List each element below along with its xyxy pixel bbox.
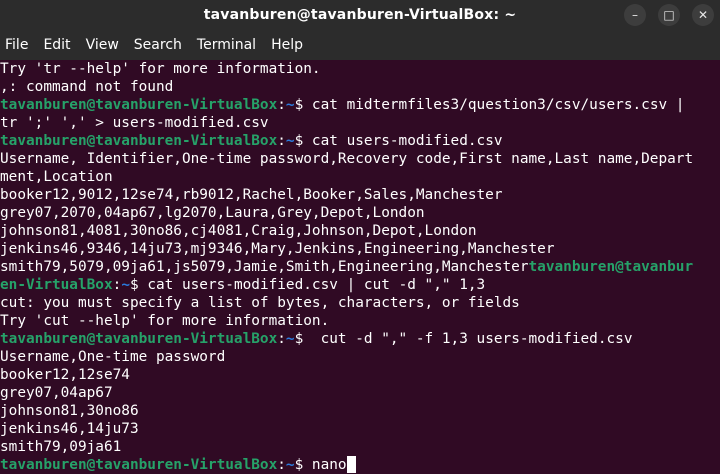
- prompt-path: ~: [285, 331, 295, 347]
- output-text: tr ';' ',' > users-modified.csv: [0, 115, 269, 131]
- output-line: Username,One-time password: [0, 348, 720, 366]
- output-line: cut: you must specify a list of bytes, c…: [0, 294, 720, 312]
- command-text: cut -d "," -f 1,3 users-modified.csv: [311, 331, 633, 347]
- prompt-path: ~: [285, 457, 295, 473]
- prompt-user-host: tavanburen@tavanburen-VirtualBox: [0, 133, 278, 149]
- prompt-dollar: $: [294, 457, 312, 473]
- prompt-dollar: $: [294, 331, 312, 347]
- output-line: ,: command not found: [0, 78, 720, 96]
- command-text: cat midtermfiles3/question3/csv/users.cs…: [311, 97, 685, 113]
- prompt-colon: :: [112, 277, 122, 293]
- command-line: en-VirtualBox:~$ cat users-modified.csv …: [0, 276, 720, 294]
- minimize-icon[interactable]: –: [624, 4, 646, 26]
- output-text: Try 'tr --help' for more information.: [0, 61, 321, 77]
- terminal-output[interactable]: Try 'tr --help' for more information. ,: …: [0, 60, 720, 474]
- output-text: Username,One-time password: [0, 349, 226, 365]
- output-text: jenkins46,14ju73: [0, 421, 139, 437]
- output-text: grey07,2070,04ap67,lg2070,Laura,Grey,Dep…: [0, 205, 425, 221]
- command-line: tavanburen@tavanburen-VirtualBox:~$ cat …: [0, 96, 720, 114]
- command-line: tavanburen@tavanburen-VirtualBox:~$ cat …: [0, 132, 720, 150]
- menu-edit[interactable]: Edit: [38, 37, 76, 53]
- text-cursor: [346, 456, 356, 473]
- command-text: nano: [311, 457, 347, 473]
- output-line: booker12,9012,12se74,rb9012,Rachel,Booke…: [0, 186, 720, 204]
- prompt-path: ~: [285, 97, 295, 113]
- output-line: booker12,12se74: [0, 366, 720, 384]
- output-line: johnson81,4081,30no86,cj4081,Craig,Johns…: [0, 222, 720, 240]
- prompt-user-host-wrapped: tavanburen@tavanbur: [528, 259, 694, 275]
- title-bar[interactable]: tavanburen@tavanburen-VirtualBox: ~ – □ …: [0, 0, 720, 30]
- menu-bar: File Edit View Search Terminal Help: [0, 30, 720, 60]
- prompt-path: ~: [285, 133, 295, 149]
- output-text: Try 'cut --help' for more information.: [0, 313, 330, 329]
- prompt-path: ~: [121, 277, 130, 293]
- output-line: smith79,09ja61: [0, 438, 720, 456]
- prompt-user-host: tavanburen@tavanburen-VirtualBox: [0, 97, 278, 113]
- menu-file[interactable]: File: [0, 37, 34, 53]
- command-line: tavanburen@tavanburen-VirtualBox:~$ nano: [0, 456, 720, 474]
- window-title: tavanburen@tavanburen-VirtualBox: ~: [203, 7, 517, 23]
- command-text: cat users-modified.csv: [311, 133, 503, 149]
- output-line: Try 'tr --help' for more information.: [0, 60, 720, 78]
- output-text: ment,Location: [0, 169, 113, 185]
- close-icon[interactable]: ✕: [692, 4, 714, 26]
- prompt-user-host: tavanburen@tavanburen-VirtualBox: [0, 331, 278, 347]
- menu-search[interactable]: Search: [129, 37, 188, 53]
- window-controls: – □ ✕: [624, 4, 714, 26]
- command-line: tavanburen@tavanburen-VirtualBox:~$ cut …: [0, 330, 720, 348]
- prompt-colon: :: [277, 97, 286, 113]
- output-line: grey07,04ap67: [0, 384, 720, 402]
- prompt-dollar: $: [129, 277, 148, 293]
- output-text: Username, Identifier,One-time password,R…: [0, 151, 694, 167]
- output-text: booker12,9012,12se74,rb9012,Rachel,Booke…: [0, 187, 503, 203]
- output-text: johnson81,30no86: [0, 403, 139, 419]
- output-text: johnson81,4081,30no86,cj4081,Craig,Johns…: [0, 223, 477, 239]
- prompt-colon: :: [277, 133, 286, 149]
- output-line: ment,Location: [0, 168, 720, 186]
- prompt-dollar: $: [294, 133, 312, 149]
- prompt-colon: :: [277, 457, 286, 473]
- prompt-user-host: tavanburen@tavanburen-VirtualBox: [0, 457, 278, 473]
- output-text: ,: command not found: [0, 79, 174, 95]
- output-line: johnson81,30no86: [0, 402, 720, 420]
- output-line: tr ';' ',' > users-modified.csv: [0, 114, 720, 132]
- prompt-colon: :: [277, 331, 286, 347]
- prompt-user-host-continued: en-VirtualBox: [0, 277, 113, 293]
- output-text: smith79,5079,09ja61,js5079,Jamie,Smith,E…: [0, 259, 529, 275]
- output-text: grey07,04ap67: [0, 385, 113, 401]
- output-line: grey07,2070,04ap67,lg2070,Laura,Grey,Dep…: [0, 204, 720, 222]
- command-text: cat users-modified.csv | cut -d "," 1,3: [147, 277, 486, 293]
- output-line: Try 'cut --help' for more information.: [0, 312, 720, 330]
- output-text: jenkins46,9346,14ju73,mj9346,Mary,Jenkin…: [0, 241, 555, 257]
- menu-terminal[interactable]: Terminal: [192, 37, 262, 53]
- output-line: jenkins46,9346,14ju73,mj9346,Mary,Jenkin…: [0, 240, 720, 258]
- prompt-dollar: $: [294, 97, 312, 113]
- output-line: Username, Identifier,One-time password,R…: [0, 150, 720, 168]
- output-line: jenkins46,14ju73: [0, 420, 720, 438]
- output-text: smith79,09ja61: [0, 439, 122, 455]
- output-text: cut: you must specify a list of bytes, c…: [0, 295, 520, 311]
- menu-help[interactable]: Help: [266, 37, 309, 53]
- maximize-icon[interactable]: □: [658, 4, 680, 26]
- output-line: smith79,5079,09ja61,js5079,Jamie,Smith,E…: [0, 258, 720, 276]
- output-text: booker12,12se74: [0, 367, 130, 383]
- menu-view[interactable]: View: [81, 37, 125, 53]
